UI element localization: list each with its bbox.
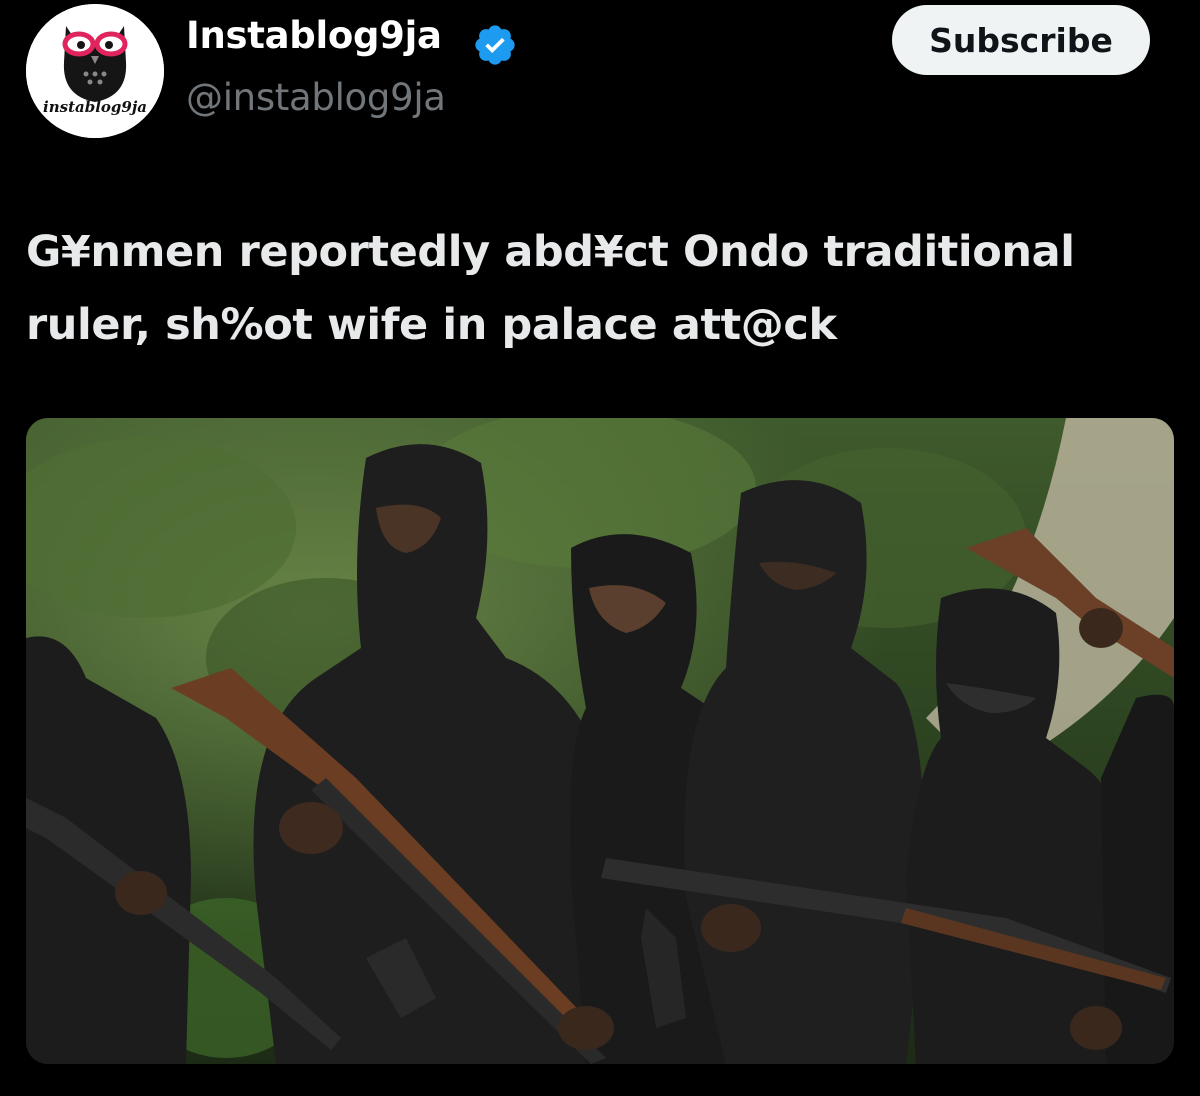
display-name[interactable]: Instablog9ja [186,14,442,57]
photo-icon [26,418,1174,1064]
avatar[interactable]: instablog9ja [26,4,164,138]
verified-badge-icon [475,25,515,65]
handle[interactable]: @instablog9ja [186,76,446,119]
post-image[interactable] [26,418,1174,1064]
avatar-wordmark: instablog9ja [43,98,147,116]
owl-logo-icon: instablog9ja [26,4,164,138]
post-headline: G¥nmen reportedly abd¥ct Ondo traditiona… [26,227,1075,350]
post-card: instablog9ja Instablog9ja @instablog9ja … [0,0,1200,1096]
subscribe-button[interactable]: Subscribe [892,5,1150,75]
